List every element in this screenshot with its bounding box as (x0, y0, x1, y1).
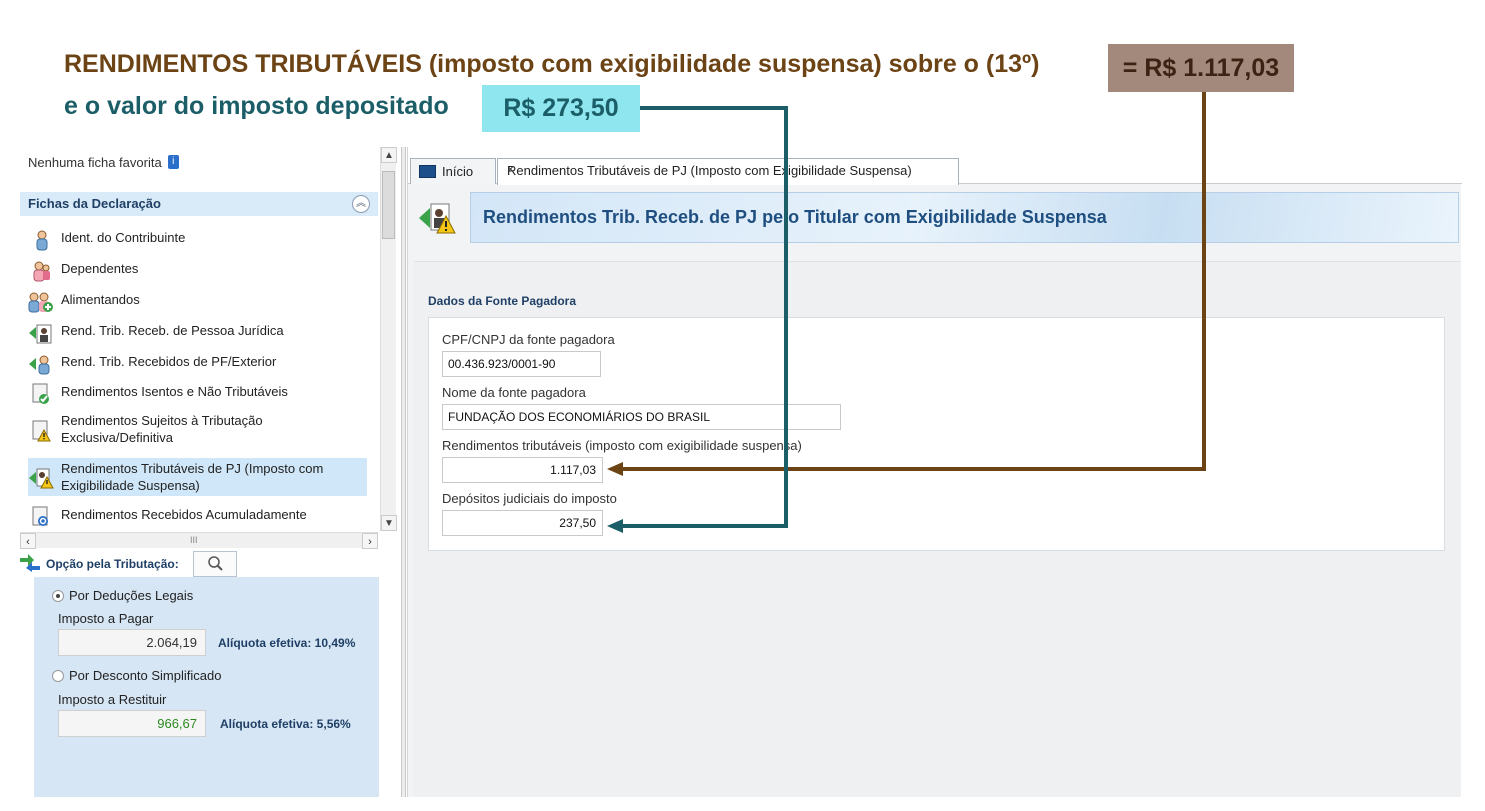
exclusive-tax-icon (32, 420, 51, 442)
scroll-thumb[interactable] (382, 171, 395, 239)
person-icon (36, 230, 48, 251)
nav-item-rend-exclusiva[interactable]: Rendimentos Sujeitos à Tributação Exclus… (28, 412, 367, 450)
nome-fonte-label: Nome da fonte pagadora (442, 385, 586, 400)
section-title: Dados da Fonte Pagadora (428, 294, 577, 308)
nome-fonte-input[interactable]: FUNDAÇÃO DOS ECONOMIÁRIOS DO BRASIL (442, 404, 841, 430)
imposto-restituir-label: Imposto a Restituir (58, 692, 167, 707)
scroll-up-icon[interactable]: ▲ (381, 147, 397, 163)
info-icon[interactable]: i (167, 155, 179, 169)
nav-item-rend-trib-pj[interactable]: Rend. Trib. Receb. de Pessoa Jurídica (28, 322, 367, 344)
nav-item-ident-contribuinte[interactable]: Ident. do Contribuinte (28, 229, 367, 251)
fichas-title: Fichas da Declaração (28, 196, 161, 211)
fichas-header[interactable]: Fichas da Declaração ︽ (20, 192, 378, 216)
form-card: CPF/CNPJ da fonte pagadora 00.436.923/00… (428, 317, 1445, 551)
rendimentos-input[interactable]: 1.117,03 (442, 457, 603, 483)
suspended-income-header-icon (419, 203, 456, 234)
imposto-pagar-value: 2.064,19 (58, 629, 206, 656)
annotation-value-rendimentos: = R$ 1.117,03 (1108, 44, 1294, 92)
exempt-income-icon (32, 383, 49, 404)
nav-item-alimentandos[interactable]: Alimentandos (28, 291, 367, 313)
tributacao-panel: Por Deduções Legais Imposto a Pagar 2.06… (34, 577, 379, 797)
imposto-restituir-value: 966,67 (58, 710, 206, 737)
depositos-input[interactable]: 237,50 (442, 510, 603, 536)
panel-splitter[interactable] (401, 147, 406, 797)
home-icon (419, 165, 436, 178)
nav-item-rend-acumulados[interactable]: Rendimentos Recebidos Acumuladamente (28, 506, 367, 528)
search-button[interactable] (193, 551, 237, 577)
favorites-text: Nenhuma ficha favorita (28, 155, 162, 170)
switch-arrows-icon (20, 554, 40, 572)
page-header-banner: Rendimentos Trib. Receb. de PJ pelo Titu… (470, 192, 1459, 243)
main-panel: Início Rendimentos Tributáveis de PJ (Im… (407, 147, 1462, 797)
tab-rendimentos-suspensa[interactable]: Rendimentos Tributáveis de PJ (Imposto c… (497, 158, 959, 185)
search-icon (208, 556, 223, 571)
income-pj-icon (29, 324, 52, 344)
scroll-left-icon[interactable]: ‹ (20, 533, 36, 549)
imposto-pagar-label: Imposto a Pagar (58, 611, 154, 626)
radio-selected-icon[interactable] (52, 590, 64, 602)
radio-desconto-simplificado[interactable]: Por Desconto Simplificado (52, 668, 221, 683)
cpf-cnpj-label: CPF/CNPJ da fonte pagadora (442, 332, 615, 347)
aliquota-efetiva-1: Alíquota efetiva: 10,49% (218, 636, 356, 650)
nav-item-rend-suspensa[interactable]: Rendimentos Tributáveis de PJ (Imposto c… (28, 458, 367, 496)
collapse-icon[interactable]: ︽ (352, 195, 370, 213)
alimentandos-icon (28, 292, 53, 313)
annotation-title-line1: RENDIMENTOS TRIBUTÁVEIS (imposto com exi… (64, 50, 1040, 78)
radio-unselected-icon[interactable] (52, 670, 64, 682)
content-area: Dados da Fonte Pagadora CPF/CNPJ da font… (414, 261, 1461, 797)
close-tab-icon[interactable]: × (507, 162, 948, 176)
rendimentos-label: Rendimentos tributáveis (imposto com exi… (442, 438, 802, 453)
nav-item-dependentes[interactable]: Dependentes (28, 260, 367, 282)
scroll-down-icon[interactable]: ▼ (381, 515, 397, 531)
left-panel: Nenhuma ficha favorita i Fichas da Declar… (20, 147, 398, 797)
income-pf-icon (29, 355, 50, 375)
aliquota-efetiva-2: Alíquota efetiva: 5,56% (220, 717, 351, 731)
tabs-bar: Início Rendimentos Tributáveis de PJ (Im… (408, 147, 1462, 185)
accumulated-income-icon (32, 506, 48, 526)
opcao-tributacao-row: Opção pela Tributação: (20, 550, 398, 578)
radio-deducoes-legais[interactable]: Por Deduções Legais (52, 588, 193, 603)
cpf-cnpj-input[interactable]: 00.436.923/0001-90 (442, 351, 601, 377)
opcao-label: Opção pela Tributação: (46, 557, 179, 571)
nav-horizontal-scrollbar[interactable]: ‹ III › (20, 532, 378, 549)
scroll-right-icon[interactable]: › (362, 533, 378, 549)
favorites-area: Nenhuma ficha favorita i (28, 155, 179, 170)
dependents-icon (33, 261, 50, 282)
suspended-tax-icon (29, 468, 54, 489)
nav-vertical-scrollbar[interactable]: ▲ ▼ (380, 147, 397, 531)
depositos-label: Depósitos judiciais do imposto (442, 491, 617, 506)
scroll-grip[interactable]: III (190, 535, 198, 545)
nav-item-rend-isentos[interactable]: Rendimentos Isentos e Não Tributáveis (28, 383, 367, 405)
annotation-title-line2: e o valor do imposto depositado (64, 92, 449, 120)
tab-inicio[interactable]: Início (410, 158, 496, 184)
annotation-value-imposto: R$ 273,50 (482, 85, 640, 132)
page-title: Rendimentos Trib. Receb. de PJ pelo Titu… (483, 207, 1107, 227)
nav-item-rend-trib-pf[interactable]: Rend. Trib. Recebidos de PF/Exterior (28, 353, 367, 375)
